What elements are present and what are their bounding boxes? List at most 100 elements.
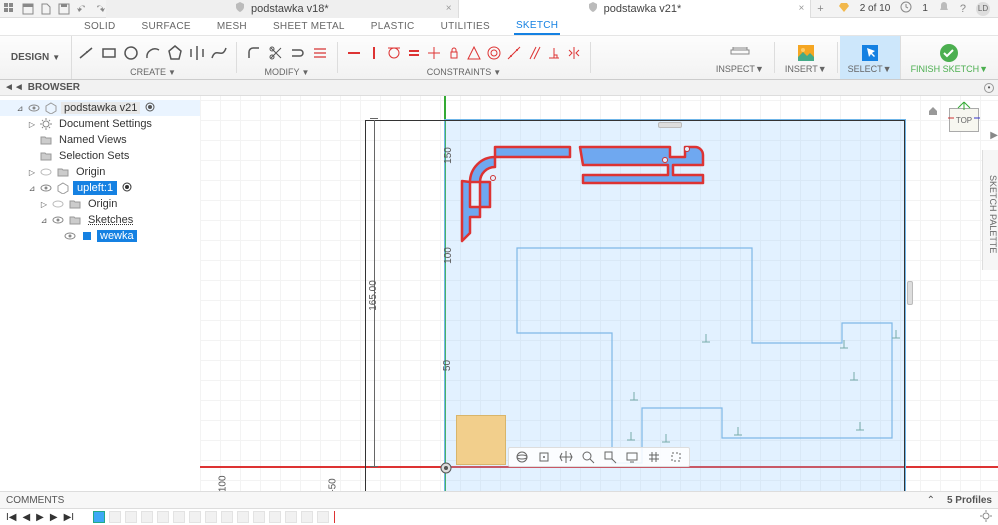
tree-component[interactable]: ⊿upleft:1 [0, 180, 200, 196]
rectangle-tool-icon[interactable] [100, 44, 118, 62]
polygon-tool-icon[interactable] [166, 44, 184, 62]
offset-tool-icon[interactable] [289, 44, 307, 62]
browser-options-icon[interactable]: • [984, 83, 994, 93]
app-menu-icon[interactable] [4, 3, 16, 15]
timeline-feature[interactable] [174, 512, 184, 522]
view-edge-handle[interactable] [907, 281, 913, 305]
eye-icon[interactable] [27, 104, 41, 112]
midpoint-constraint-icon[interactable] [466, 45, 482, 61]
fillet-tool-icon[interactable] [245, 44, 263, 62]
timeline-feature[interactable] [126, 512, 136, 522]
eye-icon[interactable] [51, 200, 65, 208]
trim-tool-icon[interactable] [267, 44, 285, 62]
help-icon[interactable]: ? [960, 3, 966, 15]
zoom-icon[interactable] [581, 450, 595, 464]
grid-settings-icon[interactable] [647, 450, 661, 464]
timeline-feature[interactable] [110, 512, 120, 522]
equal-constraint-icon[interactable] [406, 45, 422, 61]
ribbon-tab-utilities[interactable]: UTILITIES [439, 19, 492, 34]
tree-doc-settings[interactable]: ▷Document Settings [0, 116, 200, 132]
home-view-icon[interactable] [928, 106, 938, 119]
display-settings-icon[interactable] [625, 450, 639, 464]
ribbon-tab-surface[interactable]: SURFACE [140, 19, 193, 34]
line-tool-icon[interactable] [78, 44, 96, 62]
sketch-palette-toggle[interactable]: SKETCH PALETTE [982, 150, 998, 270]
view-edge-handle[interactable] [658, 122, 682, 128]
timeline-feature[interactable] [94, 512, 104, 522]
ribbon-tab-sketch[interactable]: SKETCH [514, 18, 560, 35]
viewcube[interactable]: TOP [944, 100, 984, 140]
radio-active-icon[interactable] [122, 182, 132, 195]
origin-marker[interactable] [440, 462, 452, 477]
extensions-icon[interactable] [838, 1, 850, 16]
data-panel-icon[interactable] [22, 3, 34, 15]
timeline-feature[interactable] [222, 512, 232, 522]
tree-sketches[interactable]: ⊿Sketches [0, 212, 200, 228]
expand-left-icon[interactable]: ▶ [990, 130, 998, 141]
expand-comments-icon[interactable]: ⌃ [927, 495, 935, 506]
tree-origin[interactable]: ▷Origin [0, 164, 200, 180]
ribbon-tab-mesh[interactable]: MESH [215, 19, 249, 34]
timeline-feature[interactable] [254, 512, 264, 522]
canvas[interactable]: 165.00 150 100 50 -50 -100 [200, 80, 998, 491]
fix-constraint-icon[interactable] [446, 45, 462, 61]
horizontal-constraint-icon[interactable] [346, 45, 362, 61]
insert-menu[interactable]: INSERT▼ [777, 36, 835, 79]
close-tab-icon[interactable]: × [446, 3, 452, 14]
inspect-menu[interactable]: INSPECT▼ [708, 36, 772, 79]
timeline-end-icon[interactable]: ▶I [64, 512, 74, 523]
workspace-switcher[interactable]: DESIGN▼ [0, 36, 72, 79]
save-icon[interactable] [58, 3, 70, 15]
eye-icon[interactable] [39, 168, 53, 176]
mirror-tool-icon[interactable] [188, 44, 206, 62]
job-counter[interactable]: 2 of 10 [860, 3, 891, 14]
timeline-start-icon[interactable]: I◀ [6, 512, 16, 523]
select-menu[interactable]: SELECT▼ [840, 36, 900, 79]
tree-selection-sets[interactable]: Selection Sets [0, 148, 200, 164]
concentric-constraint-icon[interactable] [486, 45, 502, 61]
document-tab-1[interactable]: podstawka v21* × [459, 0, 812, 18]
eye-icon[interactable] [39, 184, 53, 192]
tree-root[interactable]: ⊿ podstawka v21 [0, 100, 200, 116]
zoom-window-icon[interactable] [603, 450, 617, 464]
eye-icon[interactable] [51, 216, 65, 224]
timeline-prev-icon[interactable]: ◀ [22, 512, 30, 523]
timeline-settings-icon[interactable] [980, 510, 992, 525]
collinear-constraint-icon[interactable] [506, 45, 522, 61]
orbit-icon[interactable] [515, 450, 529, 464]
timeline-next-icon[interactable]: ▶ [50, 512, 58, 523]
timeline-marker[interactable] [334, 511, 335, 523]
timeline-feature[interactable] [142, 512, 152, 522]
notification-bell-icon[interactable] [938, 1, 950, 16]
comments-toggle[interactable]: COMMENTS [6, 495, 64, 506]
ribbon-tab-solid[interactable]: SOLID [82, 19, 118, 34]
arc-tool-icon[interactable] [144, 44, 162, 62]
ribbon-tab-plastic[interactable]: PLASTIC [369, 19, 417, 34]
finish-sketch-button[interactable]: FINISH SKETCH▼ [900, 36, 998, 79]
perpendicular-constraint-icon[interactable] [546, 45, 562, 61]
timeline-feature[interactable] [158, 512, 168, 522]
ribbon-tab-sheet-metal[interactable]: SHEET METAL [271, 19, 347, 34]
pan-icon[interactable] [559, 450, 573, 464]
vertical-constraint-icon[interactable] [366, 45, 382, 61]
snap-settings-icon[interactable] [669, 450, 683, 464]
timeline-feature[interactable] [270, 512, 280, 522]
timeline-feature[interactable] [302, 512, 312, 522]
circle-tool-icon[interactable] [122, 44, 140, 62]
file-icon[interactable] [40, 3, 52, 15]
timeline-play-icon[interactable]: ▶ [36, 512, 44, 523]
tree-origin-2[interactable]: ▷Origin [0, 196, 200, 212]
close-tab-icon[interactable]: × [798, 3, 804, 14]
timeline-feature[interactable] [318, 512, 328, 522]
undo-icon[interactable] [76, 3, 88, 15]
timeline-feature[interactable] [286, 512, 296, 522]
look-at-icon[interactable] [537, 450, 551, 464]
section-view-indicator[interactable] [456, 415, 506, 465]
timeline-feature[interactable] [190, 512, 200, 522]
coincident-constraint-icon[interactable] [426, 45, 442, 61]
spline-tool-icon[interactable] [210, 44, 228, 62]
dimension-label[interactable]: 165.00 [368, 280, 379, 311]
timeline-feature[interactable] [238, 512, 248, 522]
extend-tool-icon[interactable] [311, 44, 329, 62]
redo-icon[interactable] [94, 3, 106, 15]
